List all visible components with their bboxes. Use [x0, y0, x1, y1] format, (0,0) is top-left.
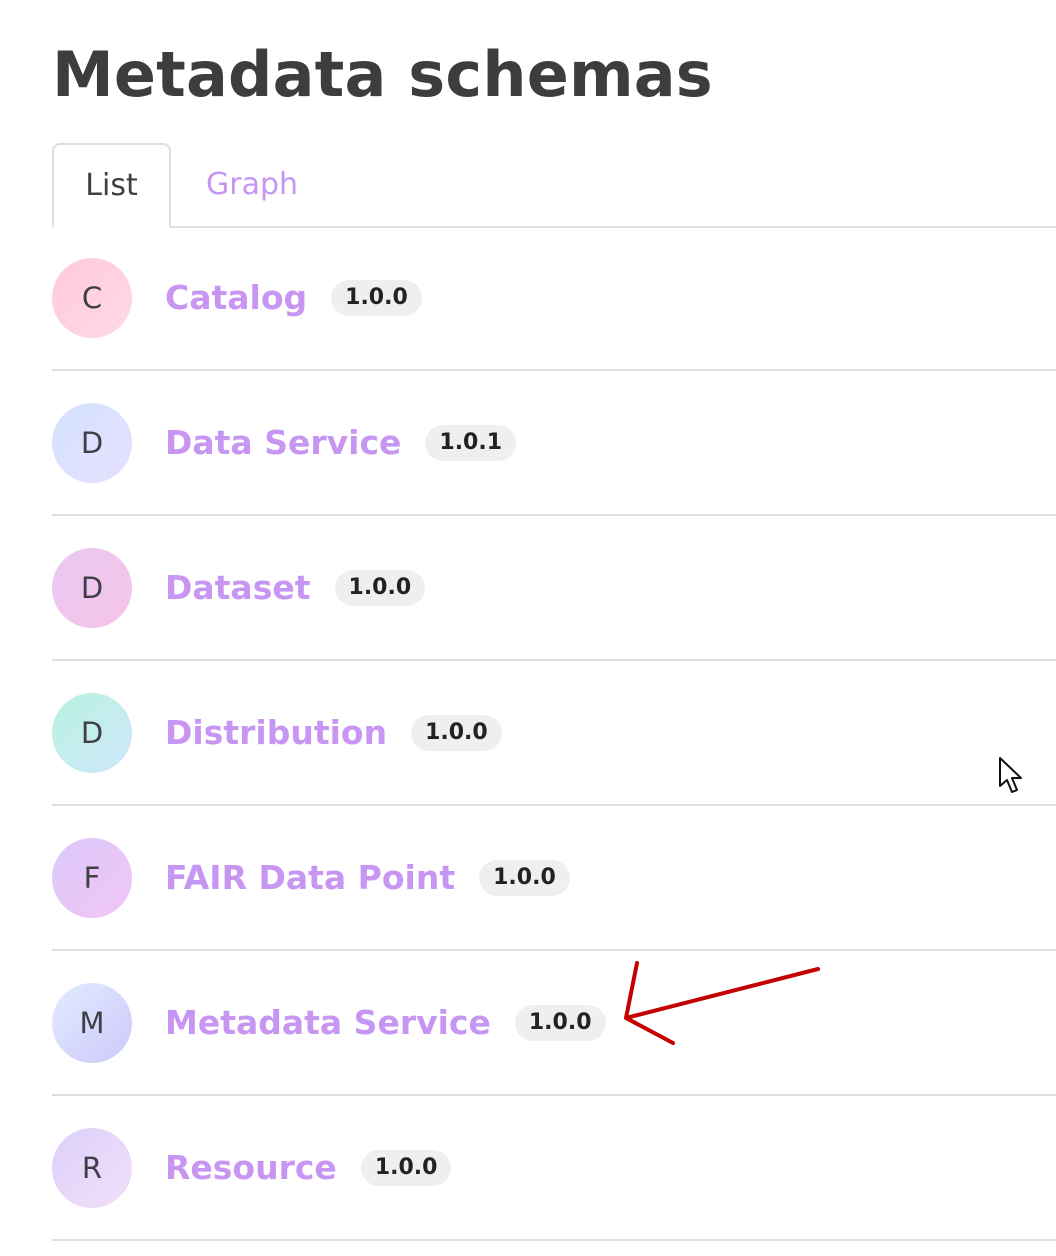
avatar: D [52, 692, 132, 773]
version-badge: 1.0.0 [479, 859, 570, 896]
list-item: C Catalog 1.0.0 [52, 226, 1056, 371]
list-item: M Metadata Service 1.0.0 [52, 951, 1056, 1096]
version-badge: 1.0.0 [360, 1149, 452, 1186]
list-item: D Distribution 1.0.0 [52, 661, 1056, 806]
version-badge: 1.0.0 [514, 1004, 606, 1041]
schema-link-fair-data-point[interactable]: FAIR Data Point [165, 858, 455, 897]
tab-list[interactable]: List [52, 143, 171, 228]
version-badge: 1.0.0 [411, 714, 502, 751]
avatar: F [52, 837, 132, 918]
schema-link-catalog[interactable]: Catalog [165, 278, 307, 317]
version-badge: 1.0.0 [334, 569, 426, 606]
list-item: F FAIR Data Point 1.0.0 [52, 806, 1056, 951]
schema-link-dataset[interactable]: Dataset [165, 568, 311, 607]
schema-link-resource[interactable]: Resource [165, 1148, 337, 1187]
avatar: D [52, 402, 132, 483]
version-badge: 1.0.0 [331, 279, 422, 316]
list-item: D Data Service 1.0.1 [52, 371, 1056, 516]
avatar: D [52, 547, 132, 628]
schema-link-distribution[interactable]: Distribution [165, 713, 387, 752]
schema-list: C Catalog 1.0.0 D Data Service 1.0.1 D D… [52, 226, 1056, 1241]
view-tabs: List Graph [52, 143, 1056, 228]
list-item: D Dataset 1.0.0 [52, 516, 1056, 661]
page-title: Metadata schemas [52, 38, 713, 111]
list-item: R Resource 1.0.0 [52, 1096, 1056, 1241]
avatar: C [52, 257, 132, 338]
version-badge: 1.0.1 [425, 424, 517, 461]
tab-graph[interactable]: Graph [177, 143, 327, 226]
avatar: M [52, 982, 132, 1063]
annotation-arrow-icon [624, 961, 820, 1045]
schema-link-data-service[interactable]: Data Service [165, 423, 401, 462]
schema-link-metadata-service[interactable]: Metadata Service [165, 1003, 491, 1042]
mouse-cursor-icon [999, 757, 1022, 793]
avatar: R [52, 1127, 132, 1208]
